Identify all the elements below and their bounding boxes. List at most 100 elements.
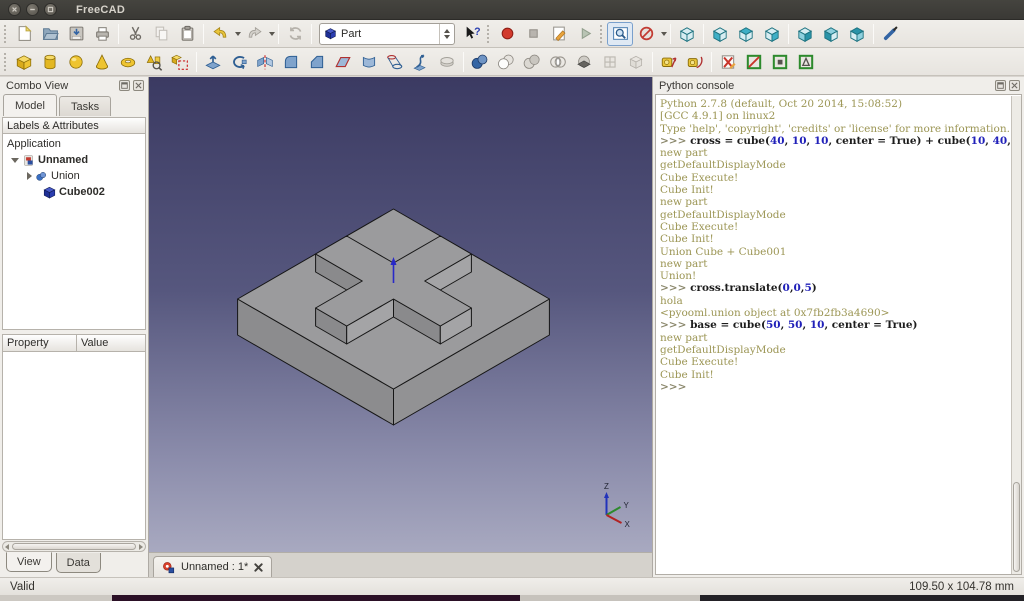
cylinder-button[interactable] [37, 50, 63, 74]
document-tab[interactable]: Unnamed : 1* [153, 556, 272, 577]
measure-angular-button[interactable] [682, 50, 708, 74]
intersection-button[interactable] [545, 50, 571, 74]
view-right-button[interactable] [759, 22, 785, 46]
value-column-header[interactable]: Value [76, 334, 146, 352]
toolbar-grip[interactable] [600, 25, 605, 43]
view-top-button[interactable] [733, 22, 759, 46]
whats-this-button[interactable]: ? [459, 22, 485, 46]
make-face-button[interactable] [330, 50, 356, 74]
tab-view[interactable]: View [6, 552, 52, 572]
python-console-output[interactable]: Python 2.7.8 (default, Oct 20 2014, 15:0… [655, 94, 1022, 575]
shape-builder-button[interactable] [167, 50, 193, 74]
redo-dropdown-caret[interactable] [269, 32, 275, 36]
labels-attributes-header[interactable]: Labels & Attributes [2, 117, 146, 134]
window-maximize-button[interactable] [44, 3, 57, 16]
clear-measurement-button[interactable] [715, 50, 741, 74]
combo-view-close-button[interactable] [133, 80, 144, 91]
cross-sections-button[interactable] [597, 50, 623, 74]
spinner-up-icon [444, 29, 450, 33]
copy-button[interactable] [148, 22, 174, 46]
window-minimize-button[interactable] [26, 3, 39, 16]
sweep-button[interactable] [408, 50, 434, 74]
union-icon [35, 170, 48, 183]
collapse-arrow-icon[interactable] [27, 172, 32, 180]
compound-button[interactable] [623, 50, 649, 74]
toolbar-grip[interactable] [4, 25, 9, 43]
view-left-button[interactable] [844, 22, 870, 46]
console-scrollbar[interactable] [1011, 96, 1021, 574]
tab-close-icon[interactable] [254, 563, 263, 572]
window-close-button[interactable] [8, 3, 21, 16]
revolve-button[interactable] [226, 50, 252, 74]
mirror-button[interactable] [252, 50, 278, 74]
scroll-right-icon[interactable] [139, 544, 143, 550]
scroll-left-icon[interactable] [5, 544, 9, 550]
macro-record-button[interactable] [494, 22, 520, 46]
measure-distance-button[interactable] [877, 22, 903, 46]
print-button[interactable] [89, 22, 115, 46]
loft-button[interactable] [382, 50, 408, 74]
save-file-button[interactable] [63, 22, 89, 46]
new-file-button[interactable] [11, 22, 37, 46]
paste-button[interactable] [174, 22, 200, 46]
union-button[interactable] [519, 50, 545, 74]
view-front-button[interactable] [707, 22, 733, 46]
boolean-button[interactable] [467, 50, 493, 74]
property-horizontal-scrollbar[interactable] [2, 541, 146, 552]
toolbar-grip[interactable] [4, 53, 9, 71]
extrude-button[interactable] [200, 50, 226, 74]
macro-stop-button[interactable] [520, 22, 546, 46]
console-scrollbar-thumb[interactable] [1013, 482, 1020, 572]
refresh-button[interactable] [282, 22, 308, 46]
property-column-header[interactable]: Property [2, 334, 76, 352]
model-tree[interactable]: Application Unnamed Union Cube002 [2, 134, 146, 330]
toolbar-separator [278, 24, 279, 44]
tab-tasks[interactable]: Tasks [59, 96, 111, 116]
view-rear-button[interactable] [792, 22, 818, 46]
tree-item-unnamed[interactable]: Unnamed [3, 152, 145, 168]
expand-arrow-icon[interactable] [11, 158, 19, 163]
sphere-button[interactable] [63, 50, 89, 74]
python-console-float-button[interactable] [995, 80, 1006, 91]
tree-root-application[interactable]: Application [3, 136, 145, 152]
workbench-selector-spinner[interactable] [439, 24, 454, 44]
box-button[interactable] [11, 50, 37, 74]
toggle-3d-measurement-button[interactable] [767, 50, 793, 74]
scrollbar-thumb[interactable] [12, 543, 136, 550]
offset-button[interactable] [434, 50, 460, 74]
3d-viewport[interactable]: Z Y X [149, 77, 652, 552]
draw-style-button[interactable] [633, 22, 659, 46]
console-line: getDefaultDisplayMode [660, 209, 1017, 221]
python-console-close-button[interactable] [1009, 80, 1020, 91]
toggle-all-measurements-button[interactable] [741, 50, 767, 74]
measure-linear-button[interactable] [656, 50, 682, 74]
view-bottom-button[interactable] [818, 22, 844, 46]
torus-button[interactable] [115, 50, 141, 74]
open-file-button[interactable] [37, 22, 63, 46]
cone-button[interactable] [89, 50, 115, 74]
macro-edit-button[interactable] [546, 22, 572, 46]
view-axonometric-button[interactable] [674, 22, 700, 46]
macro-play-button[interactable] [572, 22, 598, 46]
workbench-selector[interactable]: Part [319, 23, 455, 45]
cut-boolean-button[interactable] [493, 50, 519, 74]
property-table-body[interactable] [2, 352, 146, 540]
zoom-fit-all-button[interactable] [607, 22, 633, 46]
tree-item-union[interactable]: Union [3, 168, 145, 184]
create-primitives-button[interactable] [141, 50, 167, 74]
tab-data[interactable]: Data [56, 553, 101, 573]
toolbar-grip[interactable] [487, 25, 492, 43]
toggle-delta-measurement-button[interactable] [793, 50, 819, 74]
draw-style-dropdown-caret[interactable] [661, 32, 667, 36]
combo-view-float-button[interactable] [119, 80, 130, 91]
tab-model[interactable]: Model [3, 94, 57, 116]
redo-button[interactable] [241, 22, 267, 46]
cut-button[interactable] [122, 22, 148, 46]
tree-item-cube002[interactable]: Cube002 [3, 184, 145, 200]
fillet-button[interactable] [278, 50, 304, 74]
ruled-surface-button[interactable] [356, 50, 382, 74]
undo-button[interactable] [207, 22, 233, 46]
chamfer-button[interactable] [304, 50, 330, 74]
section-button[interactable] [571, 50, 597, 74]
3d-model[interactable] [238, 209, 550, 425]
